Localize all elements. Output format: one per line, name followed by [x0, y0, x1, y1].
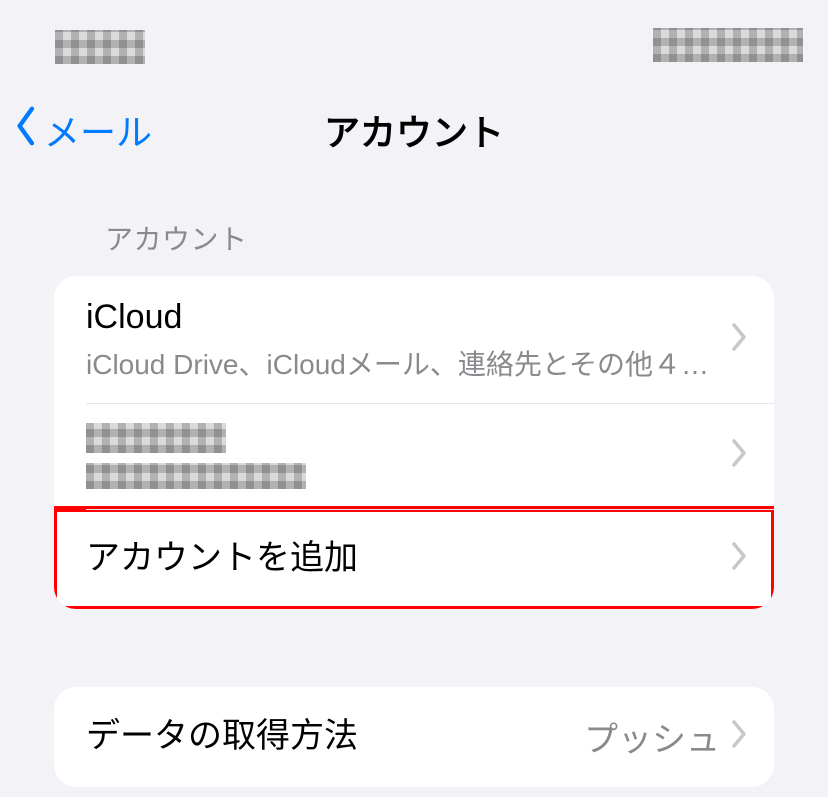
account-title: iCloud [86, 296, 730, 339]
account-subtitle: iCloud Drive、iCloudメール、連絡先とその他４項目... [86, 343, 730, 383]
status-time-redacted [55, 30, 145, 64]
fetch-label: データの取得方法 [86, 715, 584, 758]
account-title-redacted [86, 423, 226, 453]
row-main: データの取得方法 [86, 715, 584, 758]
add-account-label: アカウントを追加 [86, 537, 730, 580]
chevron-left-icon [14, 105, 40, 156]
group-spacer [0, 609, 828, 687]
back-button[interactable]: メール [0, 104, 152, 156]
row-main: iCloud iCloud Drive、iCloudメール、連絡先とその他４項目… [86, 296, 730, 383]
fetch-value: プッシュ [584, 712, 720, 761]
account-row-redacted[interactable] [54, 403, 774, 509]
account-row-icloud[interactable]: iCloud iCloud Drive、iCloudメール、連絡先とその他４項目… [54, 276, 774, 403]
chevron-right-icon [730, 719, 748, 754]
chevron-right-icon [730, 541, 748, 576]
status-bar [0, 0, 828, 90]
row-main: アカウントを追加 [86, 537, 730, 580]
section-header-accounts: アカウント [0, 218, 828, 276]
add-account-row[interactable]: アカウントを追加 [54, 509, 774, 609]
status-indicators-redacted [653, 28, 803, 62]
back-label: メール [44, 104, 152, 156]
chevron-right-icon [730, 322, 748, 357]
chevron-right-icon [730, 438, 748, 473]
row-main [86, 423, 730, 489]
accounts-group: iCloud iCloud Drive、iCloudメール、連絡先とその他４項目… [54, 276, 774, 609]
fetch-group: データの取得方法 プッシュ [54, 687, 774, 787]
account-subtitle-redacted [86, 463, 306, 489]
fetch-new-data-row[interactable]: データの取得方法 プッシュ [54, 687, 774, 787]
nav-bar: メール アカウント [0, 90, 828, 170]
content: アカウント iCloud iCloud Drive、iCloudメール、連絡先と… [0, 170, 828, 787]
